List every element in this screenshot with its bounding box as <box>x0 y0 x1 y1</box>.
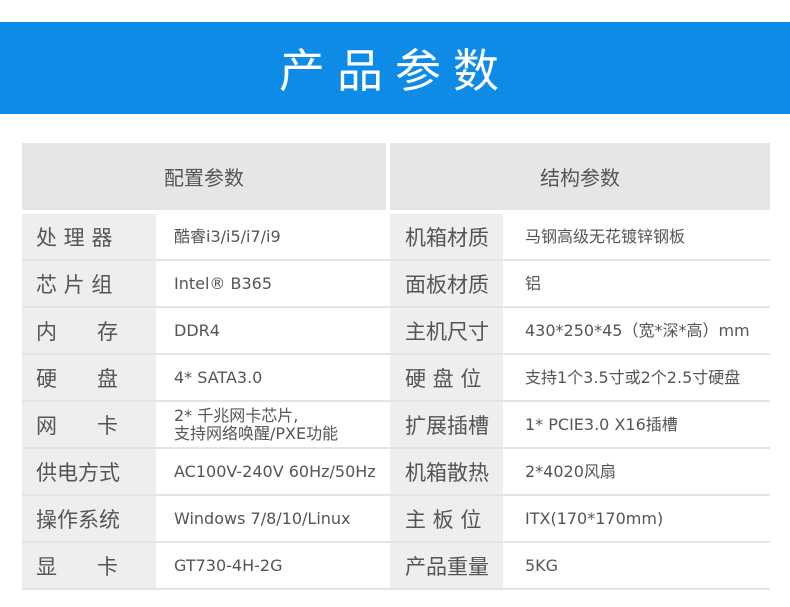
structure-param-label: 硬 盘 位 <box>390 355 503 400</box>
structure-param-label: 主 板 位 <box>390 496 503 541</box>
config-param-value: Intel® B365 <box>156 261 386 306</box>
structure-param-value: 马钢高级无花镀锌钢板 <box>503 214 770 259</box>
structure-param-label: 主机尺寸 <box>390 308 503 353</box>
structure-param-value: 支持1个3.5寸或2个2.5寸硬盘 <box>503 355 770 400</box>
spec-row: 显 卡 GT730-4H-2G 产品重量 5KG <box>22 543 770 590</box>
config-param-value: 酷睿i3/i5/i7/i9 <box>156 214 386 259</box>
spec-row: 处 理 器酷睿i3/i5/i7/i9 机箱材质 马钢高级无花镀锌钢板 <box>22 214 770 261</box>
spec-header-row: 配置参数 结构参数 <box>22 143 770 210</box>
spec-table: 配置参数 结构参数 处 理 器酷睿i3/i5/i7/i9 机箱材质 马钢高级无花镀锌… <box>22 143 770 590</box>
spec-row: 芯 片 组 Intel® B365 面板材质铝 <box>22 261 770 308</box>
config-param-label: 显 卡 <box>22 543 156 588</box>
title-banner: 产品参数 <box>0 22 790 114</box>
spec-row: 供电方式 AC100V-240V 60Hz/50Hz 机箱散热 2*4020风扇 <box>22 449 770 496</box>
config-param-label: 处 理 器 <box>22 214 156 259</box>
config-param-label: 硬 盘 <box>22 355 156 400</box>
config-param-label: 供电方式 <box>22 449 156 494</box>
config-param-label: 芯 片 组 <box>22 261 156 306</box>
structure-param-value: 2*4020风扇 <box>503 449 770 494</box>
config-param-value: 2* 千兆网卡芯片, 支持网络唤醒/PXE功能 <box>156 402 386 447</box>
structure-param-value: 5KG <box>503 543 770 588</box>
structure-param-label: 面板材质 <box>390 261 503 306</box>
structure-param-label: 机箱材质 <box>390 214 503 259</box>
structure-param-value: 430*250*45（宽*深*高）mm <box>503 308 770 353</box>
structure-param-value: 铝 <box>503 261 770 306</box>
spec-row: 硬 盘 4* SATA3.0 硬 盘 位支持1个3.5寸或2个2.5寸硬盘 <box>22 355 770 402</box>
structure-param-label: 机箱散热 <box>390 449 503 494</box>
config-param-value: DDR4 <box>156 308 386 353</box>
config-param-value: GT730-4H-2G <box>156 543 386 588</box>
config-params-header: 配置参数 <box>22 143 386 210</box>
spec-rows: 处 理 器酷睿i3/i5/i7/i9 机箱材质 马钢高级无花镀锌钢板芯 片 组 Int… <box>22 214 770 590</box>
structure-param-value: ITX(170*170mm) <box>503 496 770 541</box>
structure-param-label: 产品重量 <box>390 543 503 588</box>
spec-row: 网 卡 2* 千兆网卡芯片, 支持网络唤醒/PXE功能 扩展插槽 1* PCIE3.0… <box>22 402 770 449</box>
config-param-label: 内 存 <box>22 308 156 353</box>
structure-params-header: 结构参数 <box>390 143 770 210</box>
config-param-label: 操作系统 <box>22 496 156 541</box>
config-param-value: Windows 7/8/10/Linux <box>156 496 386 541</box>
spec-row: 内 存 DDR4 主机尺寸 430*250*45（宽*深*高）mm <box>22 308 770 355</box>
page-title: 产品参数 <box>279 44 511 98</box>
structure-param-value: 1* PCIE3.0 X16插槽 <box>503 402 770 447</box>
config-param-value: AC100V-240V 60Hz/50Hz <box>156 449 386 494</box>
spec-row: 操作系统 Windows 7/8/10/Linux 主 板 位 ITX(170*170… <box>22 496 770 543</box>
config-param-value: 4* SATA3.0 <box>156 355 386 400</box>
config-param-label: 网 卡 <box>22 402 156 447</box>
structure-param-label: 扩展插槽 <box>390 402 503 447</box>
